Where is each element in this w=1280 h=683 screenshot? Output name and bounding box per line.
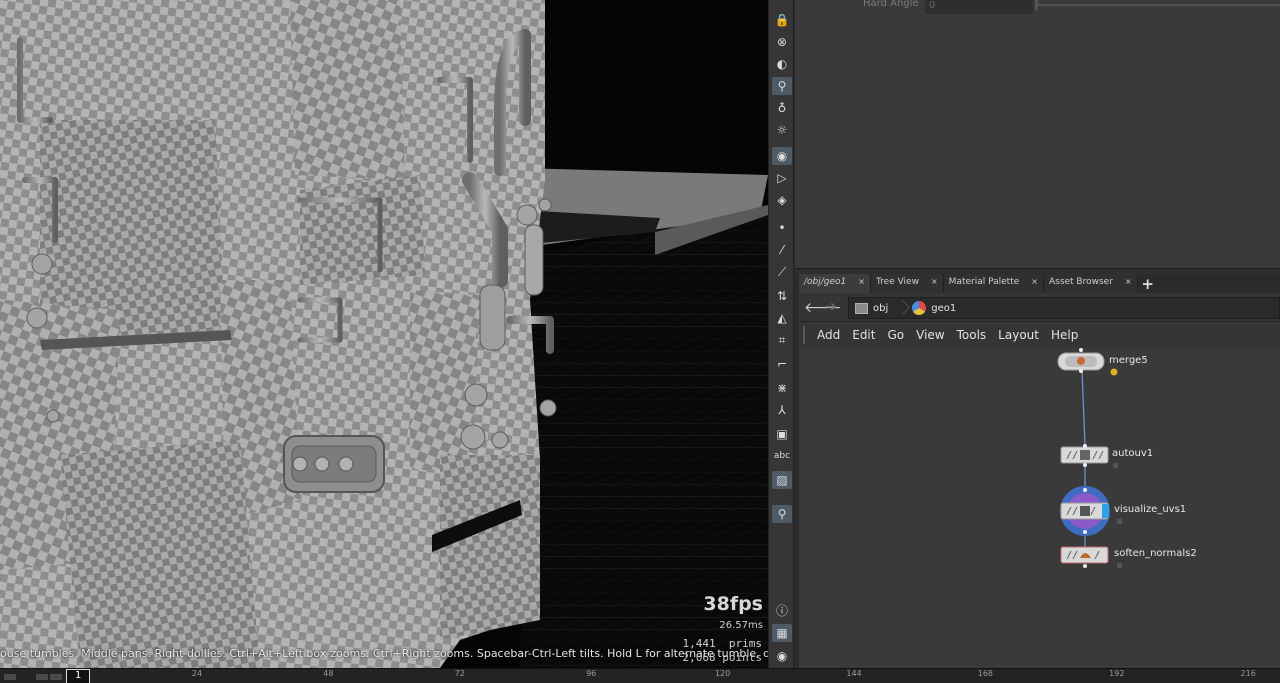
warning-badge-icon	[1110, 368, 1118, 376]
node-label-visualize-uvs1[interactable]: visualize_uvs1	[1114, 504, 1186, 515]
forward-arrow-icon[interactable]: ➔	[825, 299, 837, 315]
tab-obj-geo1[interactable]: /obj/geo1 ×	[799, 274, 871, 293]
node-visualize-uvs1[interactable]	[1060, 486, 1122, 536]
wire-merge-autouv	[1081, 369, 1086, 447]
lock-flag-icon	[1113, 463, 1118, 468]
timeline-tick-label: 96	[586, 669, 597, 678]
obj-context-icon	[855, 302, 868, 314]
geo-node-icon	[912, 301, 927, 315]
corner-icon[interactable]: ⌐	[772, 355, 792, 373]
camera-light-icon[interactable]: ☼	[772, 121, 792, 139]
node-label-autouv1[interactable]: autouv1	[1112, 448, 1153, 459]
display-options-icon[interactable]: ◈	[772, 191, 792, 209]
breadcrumb-obj[interactable]: obj	[849, 298, 898, 318]
pin-icon[interactable]: ⚲	[772, 505, 792, 523]
branch-icon[interactable]: ⅄	[772, 401, 792, 419]
current-frame-indicator[interactable]: 1	[66, 669, 90, 683]
close-icon[interactable]: ×	[1125, 277, 1132, 293]
tab-material-palette[interactable]: Material Palette ×	[943, 274, 1044, 293]
scene-render	[0, 0, 768, 668]
light-icon[interactable]: ⚲	[772, 77, 792, 95]
tab-asset-browser[interactable]: Asset Browser ×	[1043, 274, 1138, 293]
lock-flag-icon	[1117, 563, 1122, 568]
timeline[interactable]: 1 24 48 72 96 120 144 168 192 216	[0, 668, 1280, 683]
menu-add[interactable]: Add	[811, 328, 846, 342]
hard-angle-slider[interactable]	[1037, 4, 1280, 6]
breadcrumb: obj geo1	[848, 297, 1280, 319]
playback-control[interactable]	[4, 674, 16, 680]
image-icon[interactable]: ▨	[772, 471, 792, 489]
sphere-icon[interactable]: ◐	[772, 55, 792, 73]
menu-layout[interactable]: Layout	[992, 328, 1045, 342]
timeline-tick-label: 216	[1240, 669, 1256, 678]
node-label-merge5[interactable]: merge5	[1109, 355, 1148, 366]
viewport-display-toolbar: 🔒 ⊗ ◐ ⚲ ♁ ☼ ◉ ▷ ◈ • ⁄ ⟋ ⇅ ◭ ⌗ ⌐ ⋇ ⅄ ▣ abc ▨ ⚲ ⓘ ▦ ◉	[768, 0, 794, 668]
info-icon[interactable]: ⓘ	[772, 601, 792, 619]
bulb-icon[interactable]: ♁	[772, 99, 792, 117]
timeline-tick-label: 168	[977, 669, 994, 678]
parameter-pane: Hard Angle 0	[795, 0, 1280, 268]
snap-12-icon[interactable]: ⇅	[772, 287, 792, 305]
tab-label: Asset Browser	[1048, 277, 1113, 287]
fps-readout: 38fps	[703, 593, 763, 615]
network-menu-bar: Add Edit Go View Tools Layout Help	[799, 322, 1280, 348]
tab-label: Tree View	[875, 277, 919, 287]
transform-icon[interactable]: ⋇	[772, 379, 792, 397]
node-label-soften-normals2[interactable]: soften_normals2	[1114, 548, 1197, 559]
playback-control[interactable]	[50, 674, 62, 680]
close-icon[interactable]: ×	[858, 277, 865, 293]
breadcrumb-separator	[898, 298, 906, 318]
breadcrumb-geo1-label: geo1	[931, 302, 957, 314]
timeline-tick-label: 24	[191, 669, 203, 678]
timeline-tick-label: 48	[323, 669, 334, 678]
menu-tools[interactable]: Tools	[951, 328, 993, 342]
close-icon[interactable]: ×	[1031, 277, 1038, 293]
grid-icon[interactable]: ⌗	[772, 331, 792, 349]
lock-flag-icon	[1117, 519, 1122, 524]
hard-angle-field[interactable]: 0	[925, 0, 1033, 14]
menu-view[interactable]: View	[910, 328, 950, 342]
background-icon[interactable]: ▷	[772, 169, 792, 187]
ghost-icon[interactable]: ⊗	[772, 33, 792, 51]
close-icon[interactable]: ×	[931, 277, 938, 293]
playback-control[interactable]	[36, 674, 48, 680]
menu-go[interactable]: Go	[881, 328, 910, 342]
timeline-tick-label: 192	[1109, 669, 1125, 678]
node-soften-normals2[interactable]	[1060, 546, 1122, 568]
lock-icon[interactable]: 🔒	[772, 11, 792, 29]
node-graph	[1057, 348, 1122, 568]
breadcrumb-obj-label: obj	[873, 302, 889, 314]
frame-time-readout: 26.57ms	[719, 620, 763, 631]
timeline-tick-label: 72	[454, 669, 465, 678]
add-tab-button[interactable]: +	[1138, 274, 1158, 293]
hard-angle-label: Hard Angle	[863, 0, 919, 9]
node-autouv1[interactable]	[1060, 444, 1118, 468]
navigation-hint: ouse tumbles. Middle pans. Right dollies…	[0, 647, 768, 660]
quad-view-icon[interactable]: ▦	[772, 624, 792, 642]
menu-help[interactable]: Help	[1045, 328, 1084, 342]
normal-icon[interactable]: ◭	[772, 309, 792, 327]
menu-edit[interactable]: Edit	[846, 328, 881, 342]
point-icon[interactable]: •	[772, 219, 792, 237]
scene-viewport[interactable]: 38fps 26.57ms 1,441 prims 2,068 points o…	[0, 0, 768, 668]
timeline-tick-label: 144	[846, 669, 862, 678]
eye-icon[interactable]: ◉	[772, 647, 792, 665]
shading-icon[interactable]: ◉	[772, 147, 792, 165]
network-editor[interactable]: merge5 autouv1 visualize_uvs1 soften_nor…	[799, 348, 1280, 668]
menu-grip[interactable]	[803, 326, 811, 344]
pick-icon[interactable]: ⟋	[772, 263, 792, 281]
tab-label: Material Palette	[948, 277, 1020, 287]
brush-icon[interactable]: ⁄	[772, 241, 792, 259]
tab-label: /obj/geo1	[804, 277, 847, 287]
breadcrumb-geo1[interactable]: geo1	[906, 298, 966, 318]
timeline-tick-label: 120	[714, 669, 731, 678]
tab-tree-view[interactable]: Tree View ×	[870, 274, 944, 293]
stop-icon[interactable]: ▣	[772, 425, 792, 443]
text-label-icon[interactable]: abc	[772, 447, 792, 465]
path-bar: 🡐 ➔ obj geo1	[799, 293, 1280, 322]
pane-tab-bar: /obj/geo1 × Tree View × Material Palette × Ass…	[799, 274, 1280, 293]
